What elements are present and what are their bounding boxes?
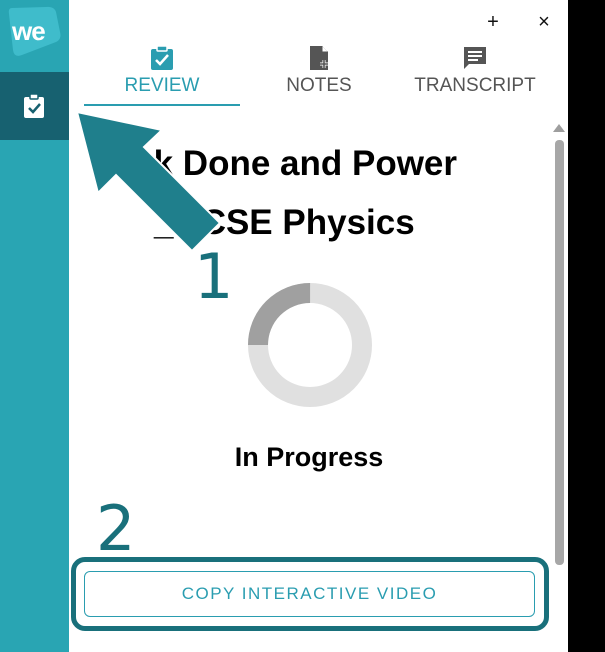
status-text: In Progress <box>234 442 384 472</box>
sidebar: we <box>0 0 69 652</box>
note-add-icon <box>310 46 328 70</box>
annotation-number-2: 2 <box>96 492 136 565</box>
tab-review[interactable]: REVIEW <box>92 45 232 97</box>
clipboard-check-icon <box>151 45 173 70</box>
scroll-up-arrow[interactable] <box>553 124 565 132</box>
background-edge <box>568 0 605 652</box>
logo-text: we <box>12 16 46 46</box>
progress-ring <box>248 283 372 407</box>
annotation-number-1: 1 <box>194 240 234 313</box>
annotation-highlight-box <box>71 557 549 631</box>
tab-label: NOTES <box>286 75 352 96</box>
tab-label: TRANSCRIPT <box>414 75 536 96</box>
message-lines-icon <box>464 47 486 69</box>
sidebar-item-review[interactable] <box>0 72 69 140</box>
clipboard-check-icon <box>24 93 44 118</box>
tab-label: REVIEW <box>124 75 200 96</box>
tab-notes[interactable]: NOTES <box>249 45 389 97</box>
close-button[interactable]: × <box>532 10 556 34</box>
tab-transcript[interactable]: TRANSCRIPT <box>405 45 545 97</box>
scrollbar-thumb[interactable] <box>555 140 564 565</box>
logo: we <box>0 0 69 62</box>
add-button[interactable]: + <box>481 10 505 34</box>
